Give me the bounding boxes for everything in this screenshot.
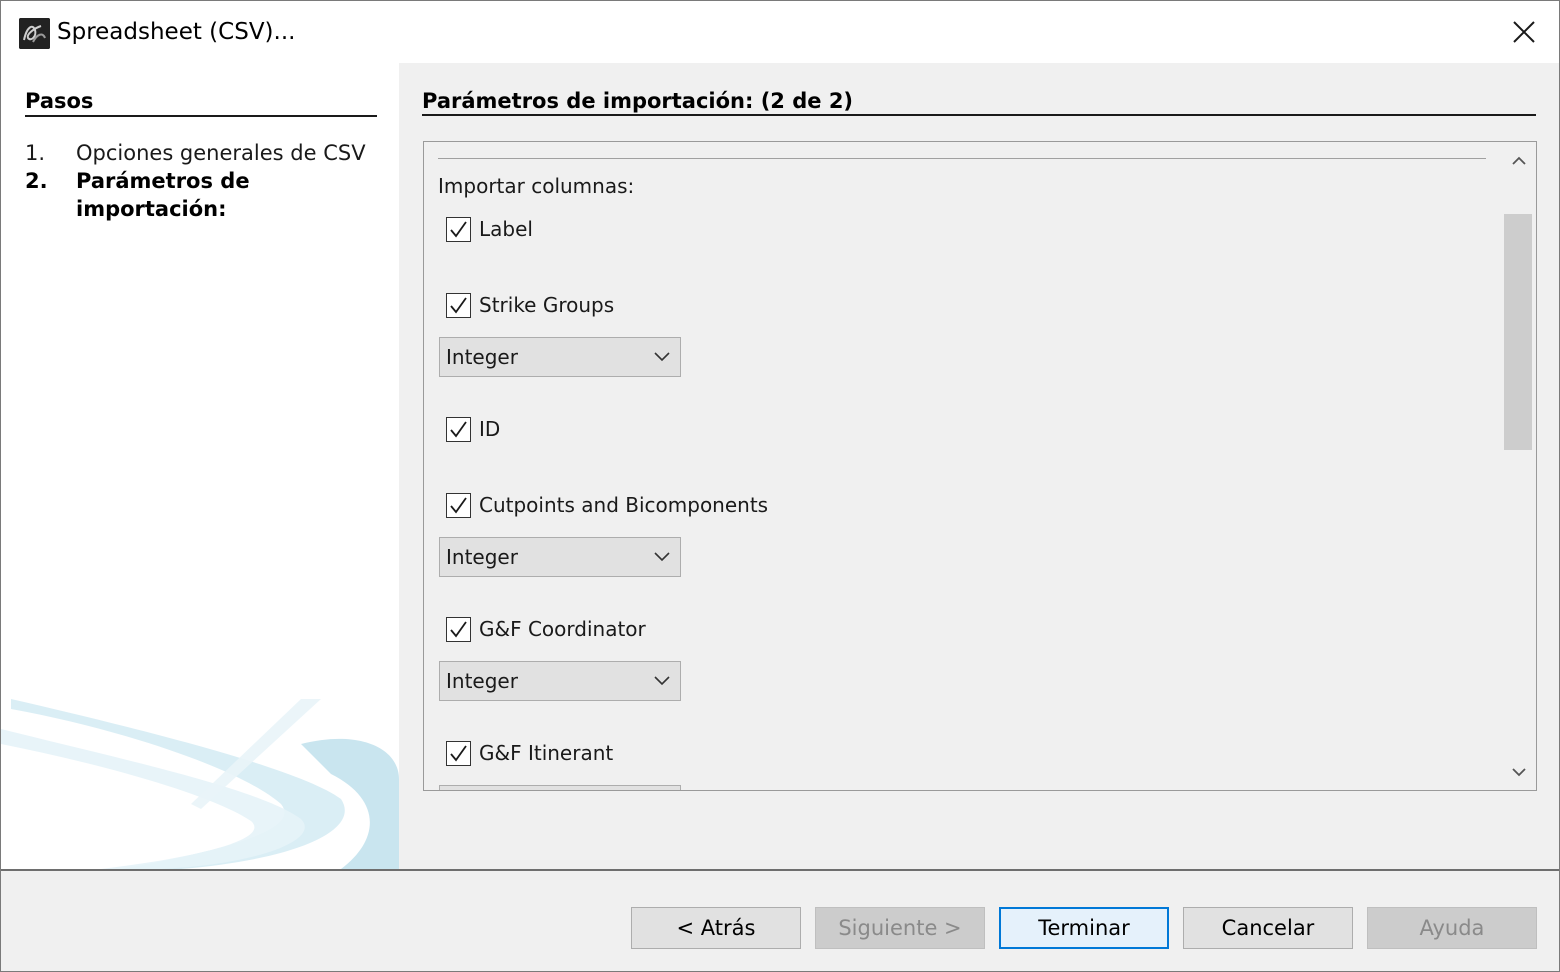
columns-scroll-area[interactable]: Importar columnas: Label Strike Groups I… (423, 141, 1537, 791)
column-label: Strike Groups (479, 293, 615, 317)
step-label: Opciones generales de CSV (76, 141, 366, 165)
content-panel: Parámetros de importación: (2 de 2) Impo… (399, 63, 1559, 869)
button-bar: < Atrás Siguiente > Terminar Cancelar Ay… (1, 871, 1559, 971)
steps-panel: Pasos 1. Opciones generales de CSV 2. Pa… (1, 63, 399, 869)
step-number: 1. (25, 141, 46, 165)
chevron-up-icon (1512, 156, 1526, 165)
type-select-gf-itinerant[interactable] (439, 785, 681, 790)
import-dialog: Spreadsheet (CSV)... Pasos 1. Opciones g… (0, 0, 1560, 972)
close-icon (1513, 21, 1535, 43)
chevron-down-icon (654, 552, 670, 562)
type-select-value: Integer (446, 345, 518, 369)
column-label: ID (479, 417, 501, 441)
check-icon (450, 296, 467, 313)
column-checkbox-strike-groups[interactable] (446, 292, 471, 318)
type-select-strike-groups[interactable]: Integer (439, 337, 681, 377)
column-label: G&F Coordinator (479, 617, 646, 641)
step-number: 2. (25, 169, 48, 193)
window-title: Spreadsheet (CSV)... (57, 19, 296, 45)
step-label: Parámetros de importación: (76, 169, 250, 221)
column-item-id: ID (446, 415, 500, 443)
separator (438, 158, 1486, 159)
section-divider (422, 114, 1536, 116)
check-icon (450, 420, 467, 437)
check-icon (450, 496, 467, 513)
column-label: G&F Itinerant (479, 741, 614, 765)
chevron-down-icon (654, 676, 670, 686)
column-item-gf-coordinator: G&F Coordinator (446, 615, 646, 643)
import-columns-label: Importar columnas: (438, 174, 635, 198)
chevron-down-icon (1512, 767, 1526, 776)
column-label: Label (479, 217, 533, 241)
column-checkbox-cutpoints[interactable] (446, 492, 471, 518)
chevron-down-icon (654, 352, 670, 362)
title-bar: Spreadsheet (CSV)... (1, 1, 1559, 63)
scroll-down-button[interactable] (1502, 754, 1536, 790)
next-button[interactable]: Siguiente > (815, 907, 985, 949)
type-select-value: Integer (446, 545, 518, 569)
decorative-swoosh (1, 699, 399, 869)
column-checkbox-gf-itinerant[interactable] (446, 740, 471, 766)
section-title: Parámetros de importación: (2 de 2) (422, 89, 854, 113)
app-icon (19, 18, 50, 49)
scroll-up-button[interactable] (1502, 142, 1536, 178)
type-select-cutpoints[interactable]: Integer (439, 537, 681, 577)
help-button[interactable]: Ayuda (1367, 907, 1537, 949)
scroll-thumb[interactable] (1504, 214, 1532, 450)
steps-title: Pasos (25, 89, 94, 113)
column-checkbox-gf-coordinator[interactable] (446, 616, 471, 642)
column-item-cutpoints: Cutpoints and Bicomponents (446, 491, 768, 519)
back-button[interactable]: < Atrás (631, 907, 801, 949)
column-checkbox-id[interactable] (446, 416, 471, 442)
vertical-scrollbar[interactable] (1502, 142, 1536, 790)
check-icon (450, 220, 467, 237)
close-button[interactable] (1489, 1, 1559, 63)
check-icon (450, 744, 467, 761)
column-label: Cutpoints and Bicomponents (479, 493, 769, 517)
column-item-strike-groups: Strike Groups (446, 291, 614, 319)
type-select-gf-coordinator[interactable]: Integer (439, 661, 681, 701)
steps-divider (25, 115, 377, 117)
type-select-value: Integer (446, 669, 518, 693)
cancel-button[interactable]: Cancelar (1183, 907, 1353, 949)
finish-button[interactable]: Terminar (999, 907, 1169, 949)
column-checkbox-label[interactable] (446, 216, 471, 242)
check-icon (450, 620, 467, 637)
column-item-label: Label (446, 215, 533, 243)
column-item-gf-itinerant: G&F Itinerant (446, 739, 613, 767)
